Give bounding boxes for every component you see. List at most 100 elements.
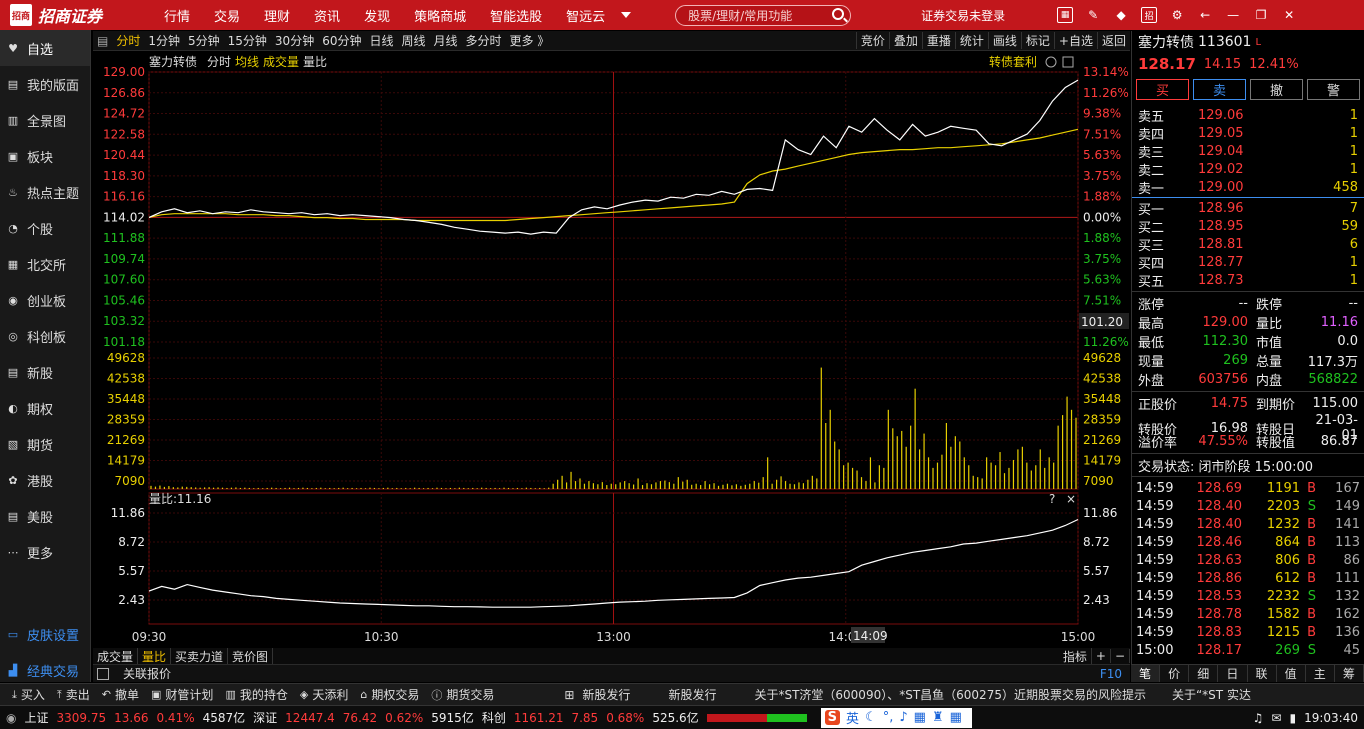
sidebar-item-my-layout[interactable]: ▤ 我的版面 xyxy=(0,66,90,102)
quote-tab[interactable]: 细 xyxy=(1189,665,1219,682)
tiantianli-button[interactable]: ◈ 天添利 xyxy=(300,686,348,703)
quote-tab[interactable]: 主 xyxy=(1306,665,1335,682)
ask-row[interactable]: 卖二 129.02 1 xyxy=(1132,160,1364,179)
action-draw[interactable]: 画线 xyxy=(987,32,1021,49)
tab-buy-sell-force[interactable]: 买卖力道 xyxy=(171,647,229,665)
nav-finance[interactable]: 理财 xyxy=(264,6,290,25)
kc-label[interactable]: 科创 xyxy=(482,709,506,726)
ime-mode[interactable]: 英 xyxy=(846,708,859,727)
news-item-1[interactable]: 新股发行 xyxy=(668,686,716,703)
back-arrow-icon[interactable]: ← xyxy=(1197,7,1213,23)
quote-tab[interactable]: 筹 xyxy=(1335,665,1364,682)
zhao-icon[interactable]: 招 xyxy=(1141,7,1158,23)
bid-row[interactable]: 买四 128.77 1 xyxy=(1132,253,1364,272)
sogou-icon[interactable]: S xyxy=(824,710,841,725)
sidebar-item-stock[interactable]: ◔ 个股 xyxy=(0,210,90,246)
ask-row[interactable]: 卖五 129.06 1 xyxy=(1132,106,1364,125)
bid-row[interactable]: 买一 128.96 7 xyxy=(1132,199,1364,218)
nav-more-icon[interactable] xyxy=(621,12,632,18)
keyboard-icon[interactable]: ▦ xyxy=(914,710,926,725)
action-add-watchlist[interactable]: +自选 xyxy=(1053,32,1097,49)
intraday-chart[interactable]: 129.00 13.14% 126.86 11.26% 124.72 9.38% 122.5… xyxy=(93,52,1130,648)
news-item-0[interactable]: 新股发行 xyxy=(582,686,630,703)
f10-link[interactable]: F10 xyxy=(1100,667,1122,681)
login-status[interactable]: 证券交易未登录 xyxy=(921,7,1005,24)
sidebar-item-bse[interactable]: ▦ 北交所 xyxy=(0,246,90,282)
grid-icon[interactable]: ▦ xyxy=(950,710,962,725)
period-multi-day[interactable]: 多分时 xyxy=(466,32,502,49)
sidebar-item-chinext[interactable]: ◉ 创业板 xyxy=(0,282,90,318)
trade-cancel-button[interactable]: ↶ 撤单 xyxy=(102,686,139,703)
sidebar-item-futures[interactable]: ▧ 期货 xyxy=(0,426,90,462)
quote-tab[interactable]: 值 xyxy=(1277,665,1306,682)
notification-icon[interactable]: ♫ xyxy=(1253,711,1264,725)
quote-tab[interactable]: 价 xyxy=(1160,665,1190,682)
futures-trade-button[interactable]: ⓘ 期货交易 xyxy=(431,686,494,703)
sidebar-item-hot-topics[interactable]: ♨ 热点主题 xyxy=(0,174,90,210)
sidebar-item-panorama[interactable]: ▥ 全景图 xyxy=(0,102,90,138)
zoom-out-button[interactable]: − xyxy=(1111,649,1130,663)
ratio-close-icon[interactable]: × xyxy=(1066,492,1076,506)
calendar-icon[interactable]: ▦ xyxy=(1057,7,1074,23)
skin-shirt-icon[interactable]: ♜ xyxy=(932,710,944,725)
period-15min[interactable]: 15分钟 xyxy=(228,32,267,49)
ratio-help-icon[interactable]: ? xyxy=(1049,492,1055,506)
index-bar-icon[interactable]: ◉ xyxy=(6,711,16,725)
news-expand-icon[interactable]: ⊞ xyxy=(564,688,574,702)
message-icon[interactable]: ✉ xyxy=(1271,711,1281,725)
mic-icon[interactable]: ♪ xyxy=(899,710,907,725)
search-input[interactable]: 股票/理财/常用功能 xyxy=(675,4,852,26)
edit-icon[interactable]: ✎ xyxy=(1085,7,1101,23)
ask-row[interactable]: 卖一 129.00 458 xyxy=(1132,178,1364,197)
sidebar-item-ipo[interactable]: ▤ 新股 xyxy=(0,354,90,390)
tab-auction-chart[interactable]: 竞价图 xyxy=(228,647,274,665)
nav-smart-picker[interactable]: 智能选股 xyxy=(490,6,542,25)
ask-row[interactable]: 卖四 129.05 1 xyxy=(1132,124,1364,143)
close-icon[interactable]: ✕ xyxy=(1281,7,1297,23)
punctuation-icon[interactable]: °, xyxy=(883,710,894,725)
tab-volume-ratio[interactable]: 量比 xyxy=(138,647,172,665)
nav-discover[interactable]: 发现 xyxy=(364,6,390,25)
related-quote-icon[interactable] xyxy=(97,667,109,680)
action-mark[interactable]: 标记 xyxy=(1020,32,1054,49)
indicator-button[interactable]: 指标 xyxy=(1059,647,1092,665)
restore-icon[interactable]: ❐ xyxy=(1253,7,1269,23)
related-quote-label[interactable]: 关联报价 xyxy=(123,665,171,682)
action-auction[interactable]: 竞价 xyxy=(855,32,889,49)
sh-label[interactable]: 上证 xyxy=(24,709,48,726)
nav-zhiyuan-cloud[interactable]: 智远云 xyxy=(566,6,605,25)
period-30min[interactable]: 30分钟 xyxy=(275,32,314,49)
chart-settings-icon[interactable] xyxy=(1045,56,1057,68)
zoom-in-button[interactable]: + xyxy=(1092,649,1111,663)
sidebar-item-star-market[interactable]: ◎ 科创板 xyxy=(0,318,90,354)
sidebar-item-options[interactable]: ◐ 期权 xyxy=(0,390,90,426)
tab-volume[interactable]: 成交量 xyxy=(93,647,139,665)
action-replay[interactable]: 重播 xyxy=(921,32,955,49)
gear-icon[interactable]: ⚙ xyxy=(1169,7,1185,23)
sz-label[interactable]: 深证 xyxy=(253,709,277,726)
my-holdings-button[interactable]: ▥ 我的持仓 xyxy=(225,686,287,703)
chart-arbitrage-label[interactable]: 转债套利 xyxy=(989,54,1037,69)
quote-tab[interactable]: 日 xyxy=(1218,665,1248,682)
sidebar-item-hk-stock[interactable]: ✿ 港股 xyxy=(0,462,90,498)
period-1min[interactable]: 1分钟 xyxy=(148,32,180,49)
sidebar-item-more[interactable]: ⋯ 更多 xyxy=(0,534,90,570)
news-item-2[interactable]: 关于*ST济堂（600090）、*ST昌鱼（600275）近期股票交易的风险提示 xyxy=(754,686,1146,703)
bid-row[interactable]: 买三 128.81 6 xyxy=(1132,235,1364,254)
nav-trade[interactable]: 交易 xyxy=(214,6,240,25)
period-weekly[interactable]: 周线 xyxy=(402,32,426,49)
sidebar-item-watchlist[interactable]: ♥ 自选 xyxy=(0,30,90,66)
period-60min[interactable]: 60分钟 xyxy=(322,32,361,49)
search-icon[interactable] xyxy=(832,7,845,20)
ask-row[interactable]: 卖三 129.04 1 xyxy=(1132,142,1364,161)
trade-buy-button[interactable]: ⤓ 买入 xyxy=(12,686,45,703)
sidebar-item-sector[interactable]: ▣ 板块 xyxy=(0,138,90,174)
nav-news[interactable]: 资讯 xyxy=(314,6,340,25)
sidebar-skin-settings[interactable]: ▭ 皮肤设置 xyxy=(0,616,90,652)
news-item-3[interactable]: 关于“*ST 实达 xyxy=(1172,686,1251,703)
ime-toolbar[interactable]: S 英 ☾ °, ♪ ▦ ♜ ▦ xyxy=(820,707,972,728)
cancel-order-button[interactable]: 撤 xyxy=(1250,79,1303,100)
layout-toggle-icon[interactable]: ▤ xyxy=(97,34,108,48)
action-back[interactable]: 返回 xyxy=(1096,32,1130,49)
nav-strategy-mall[interactable]: 策略商城 xyxy=(414,6,466,25)
